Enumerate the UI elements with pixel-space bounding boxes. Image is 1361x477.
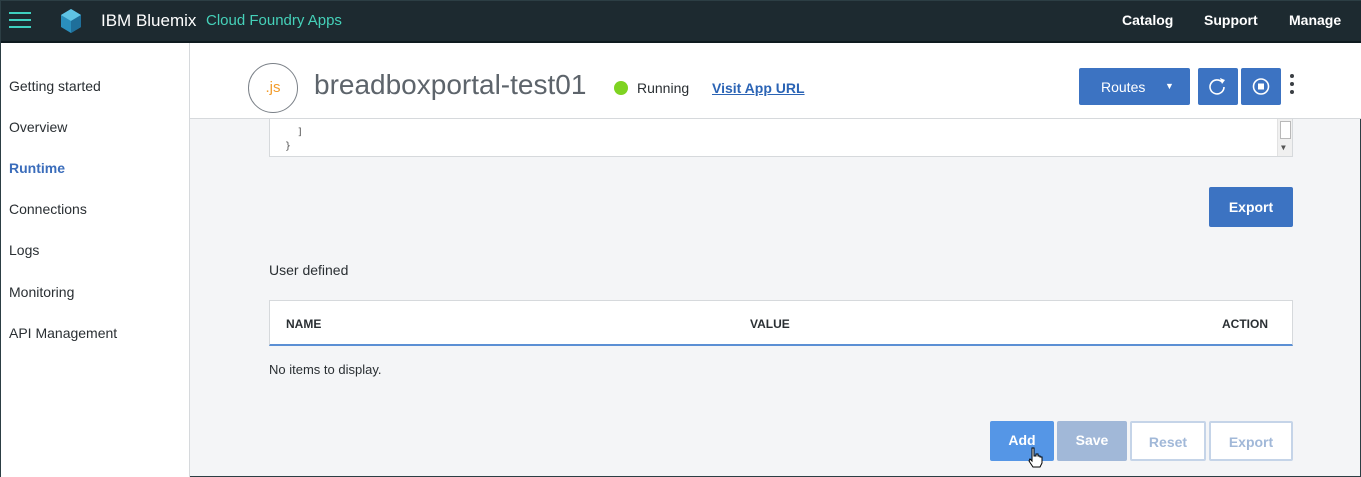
sidebar: Getting started Overview Runtime Connect… [1, 43, 190, 477]
column-header-name: NAME [286, 317, 322, 331]
environment-json-viewer[interactable]: ] } ▼ [269, 119, 1293, 157]
sidebar-item-api-management[interactable]: API Management [9, 325, 117, 341]
restart-button[interactable] [1198, 68, 1238, 105]
app-header: .js breadboxportal-test01 Running Visit … [190, 43, 1361, 119]
sidebar-item-getting-started[interactable]: Getting started [9, 78, 101, 94]
sidebar-item-connections[interactable]: Connections [9, 201, 87, 217]
code-line: } [285, 141, 292, 152]
sidebar-item-runtime[interactable]: Runtime [9, 160, 65, 176]
brand-name: IBM Bluemix [101, 11, 197, 30]
restart-icon [1209, 78, 1225, 95]
scrollbar-thumb[interactable] [1280, 121, 1291, 139]
more-options-icon[interactable] [1288, 74, 1296, 100]
status-indicator-icon [614, 81, 628, 95]
brand-section[interactable]: Cloud Foundry Apps [206, 12, 342, 29]
sidebar-item-monitoring[interactable]: Monitoring [9, 284, 74, 300]
sidebar-item-overview[interactable]: Overview [9, 119, 67, 135]
stop-icon [1252, 78, 1270, 95]
top-navigation-bar: IBM Bluemix Cloud Foundry Apps Catalog S… [1, 1, 1361, 43]
user-defined-table-header: NAME VALUE ACTION [269, 300, 1293, 346]
nodejs-app-icon: .js [248, 63, 298, 113]
routes-button[interactable]: Routes ▼ [1079, 68, 1190, 105]
app-status: Running [637, 80, 690, 96]
save-button[interactable]: Save [1057, 421, 1127, 461]
bluemix-logo-icon [61, 9, 81, 33]
empty-table-message: No items to display. [269, 362, 382, 377]
nav-manage[interactable]: Manage [1289, 12, 1341, 28]
chevron-down-icon: ▼ [1165, 81, 1174, 91]
user-defined-heading: User defined [269, 262, 349, 278]
code-line: ] [297, 127, 304, 138]
stop-button[interactable] [1241, 68, 1281, 105]
hand-cursor-icon [1028, 447, 1043, 468]
reset-button[interactable]: Reset [1130, 421, 1206, 461]
export-vcap-button[interactable]: Export [1209, 187, 1293, 227]
hamburger-menu-icon[interactable] [9, 12, 31, 30]
app-name: breadboxportal-test01 [314, 69, 587, 100]
routes-label: Routes [1101, 79, 1146, 95]
nav-catalog[interactable]: Catalog [1122, 12, 1173, 28]
column-header-value: VALUE [750, 317, 790, 331]
scroll-down-icon[interactable]: ▼ [1281, 143, 1286, 152]
visit-app-url-link[interactable]: Visit App URL [712, 80, 805, 96]
export-user-defined-button[interactable]: Export [1209, 421, 1293, 461]
sidebar-item-logs[interactable]: Logs [9, 242, 39, 258]
scrollbar[interactable]: ▼ [1277, 119, 1292, 156]
nav-support[interactable]: Support [1204, 12, 1258, 28]
column-header-action: ACTION [1222, 317, 1268, 331]
